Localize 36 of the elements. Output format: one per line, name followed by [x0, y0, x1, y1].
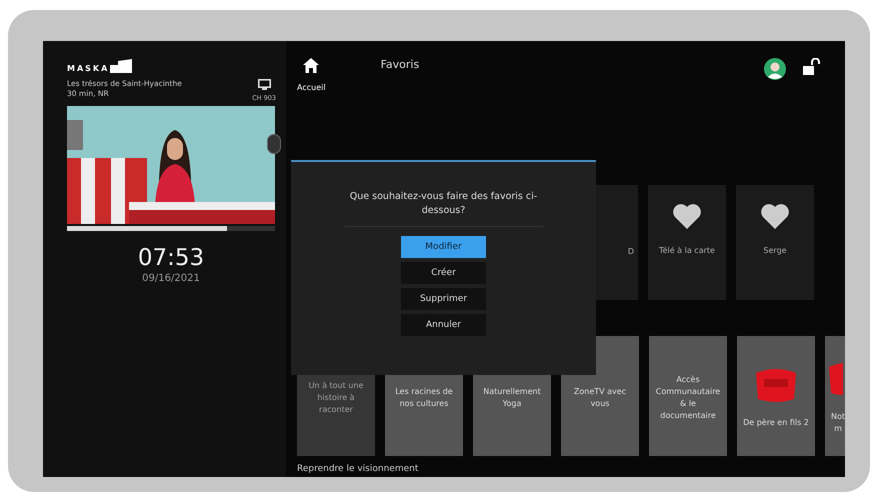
page-title: Favoris: [380, 58, 420, 71]
heart-icon: [760, 203, 790, 229]
tile-label: Un à tout une histoire à raconter: [308, 380, 364, 416]
heart-icon: [672, 203, 702, 229]
logo-text: MASKA: [67, 64, 110, 73]
tv-icon: [258, 79, 271, 90]
dialog-option[interactable]: Modifier: [401, 236, 486, 258]
dialog-question: Que souhaitez-vous faire des favoris ci-dessous?: [348, 190, 538, 218]
clock-date: 09/16/2021: [141, 273, 201, 284]
logo-icon: [110, 59, 132, 73]
tile-label: Télé à la carte: [658, 245, 716, 257]
tile-label: Not m: [830, 411, 845, 435]
program-tile[interactable]: Not m: [825, 336, 845, 456]
favorite-tile[interactable]: Serge: [736, 185, 814, 300]
tile-label: D: [626, 246, 635, 258]
section-title: Reprendre le visionnement: [297, 464, 420, 474]
avatar-icon[interactable]: [764, 58, 786, 80]
tile-label: Naturellement Yoga: [482, 386, 542, 410]
home-icon: [303, 58, 320, 73]
dialog-option[interactable]: Supprimer: [401, 288, 486, 310]
clock-time: 07:53: [136, 245, 206, 271]
favorite-tile[interactable]: Télé à la carte: [648, 185, 726, 300]
side-button[interactable]: [267, 134, 281, 154]
tile-label: ZoneTV avec vous: [572, 386, 628, 410]
tile-label: De père en fils 2: [742, 417, 810, 429]
home-button[interactable]: Accueil: [297, 58, 326, 92]
unlock-icon[interactable]: [802, 58, 820, 76]
tile-label: Serge: [762, 245, 788, 257]
program-tile[interactable]: Accès Communautaire & le documentaire: [649, 336, 727, 456]
dialog-option[interactable]: Annuler: [401, 314, 486, 336]
tv-logo-icon: [754, 367, 798, 403]
tile-label: Les racines de nos cultures: [394, 386, 454, 410]
tile-label: Accès Communautaire & le documentaire: [654, 374, 722, 422]
tv-logo-icon: [827, 361, 843, 397]
dialog-option[interactable]: Créer: [401, 262, 486, 284]
program-tile[interactable]: De père en fils 2: [737, 336, 815, 456]
